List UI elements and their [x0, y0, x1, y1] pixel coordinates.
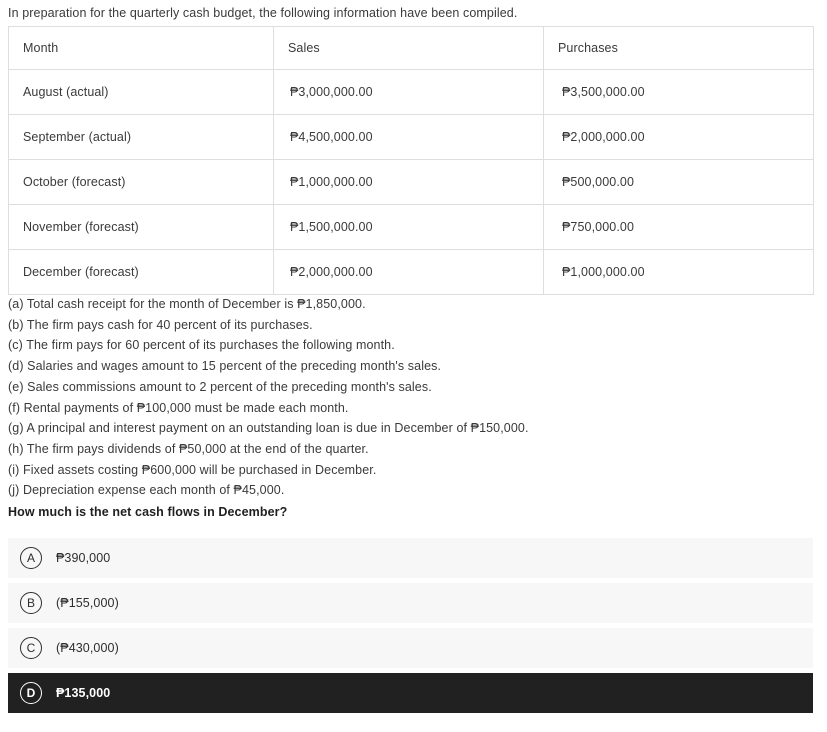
option-text-a: ₱390,000	[56, 551, 111, 565]
assumption-item-b: (b) The firm pays cash for 40 percent of…	[8, 317, 313, 332]
option-letter-a: A	[20, 547, 42, 569]
answer-option-d[interactable]: D ₱135,000	[8, 673, 813, 713]
cell-month: September (actual)	[8, 114, 274, 160]
quiz-page: In preparation for the quarterly cash bu…	[0, 0, 827, 732]
option-letter-c: C	[20, 637, 42, 659]
assumption-item-i: (i) Fixed assets costing ₱600,000 will b…	[8, 462, 377, 477]
cell-purchases: ₱500,000.00	[543, 159, 814, 205]
assumption-item-j: (j) Depreciation expense each month of ₱…	[8, 483, 285, 498]
cell-sales: ₱2,000,000.00	[273, 249, 544, 295]
assumption-item-f: (f) Rental payments of ₱100,000 must be …	[8, 400, 349, 415]
table-row: September (actual) ₱4,500,000.00 ₱2,000,…	[8, 114, 814, 160]
cell-purchases: ₱2,000,000.00	[543, 114, 814, 160]
column-header-purchases: Purchases	[543, 26, 814, 70]
cash-budget-table: Month Sales Purchases August (actual) ₱3…	[8, 26, 814, 295]
answer-options-list: A ₱390,000 B (₱155,000) C (₱430,000) D ₱…	[8, 538, 813, 713]
cell-purchases: ₱3,500,000.00	[543, 69, 814, 115]
cell-month: November (forecast)	[8, 204, 274, 250]
column-header-sales: Sales	[273, 26, 544, 70]
answer-option-b[interactable]: B (₱155,000)	[8, 583, 813, 623]
option-text-c: (₱430,000)	[56, 641, 119, 655]
table-header-row: Month Sales Purchases	[8, 26, 814, 70]
answer-option-a[interactable]: A ₱390,000	[8, 538, 813, 578]
assumption-item-a: (a) Total cash receipt for the month of …	[8, 297, 366, 311]
option-letter-d: D	[20, 682, 42, 704]
option-letter-b: B	[20, 592, 42, 614]
cell-sales: ₱1,000,000.00	[273, 159, 544, 205]
cash-budget-table-wrapper: Month Sales Purchases August (actual) ₱3…	[8, 26, 814, 295]
table-row: October (forecast) ₱1,000,000.00 ₱500,00…	[8, 159, 814, 205]
cell-sales: ₱3,000,000.00	[273, 69, 544, 115]
intro-text: In preparation for the quarterly cash bu…	[8, 6, 518, 20]
column-header-month: Month	[8, 26, 274, 70]
cell-sales: ₱1,500,000.00	[273, 204, 544, 250]
table-row: December (forecast) ₱2,000,000.00 ₱1,000…	[8, 249, 814, 295]
cell-month: October (forecast)	[8, 159, 274, 205]
cell-purchases: ₱750,000.00	[543, 204, 814, 250]
option-text-d: ₱135,000	[56, 686, 111, 700]
assumption-item-e: (e) Sales commissions amount to 2 percen…	[8, 379, 432, 394]
cell-sales: ₱4,500,000.00	[273, 114, 544, 160]
table-row: August (actual) ₱3,000,000.00 ₱3,500,000…	[8, 69, 814, 115]
cell-month: August (actual)	[8, 69, 274, 115]
assumptions-list: (a) Total cash receipt for the month of …	[8, 294, 818, 523]
answer-option-c[interactable]: C (₱430,000)	[8, 628, 813, 668]
cell-purchases: ₱1,000,000.00	[543, 249, 814, 295]
assumption-item-c: (c) The firm pays for 60 percent of its …	[8, 338, 395, 353]
option-text-b: (₱155,000)	[56, 596, 119, 610]
table-row: November (forecast) ₱1,500,000.00 ₱750,0…	[8, 204, 814, 250]
question-text: How much is the net cash flows in Decemb…	[8, 505, 288, 520]
assumption-item-g: (g) A principal and interest payment on …	[8, 421, 529, 436]
cell-month: December (forecast)	[8, 249, 274, 295]
assumption-item-d: (d) Salaries and wages amount to 15 perc…	[8, 359, 442, 374]
assumption-item-h: (h) The firm pays dividends of ₱50,000 a…	[8, 441, 369, 456]
